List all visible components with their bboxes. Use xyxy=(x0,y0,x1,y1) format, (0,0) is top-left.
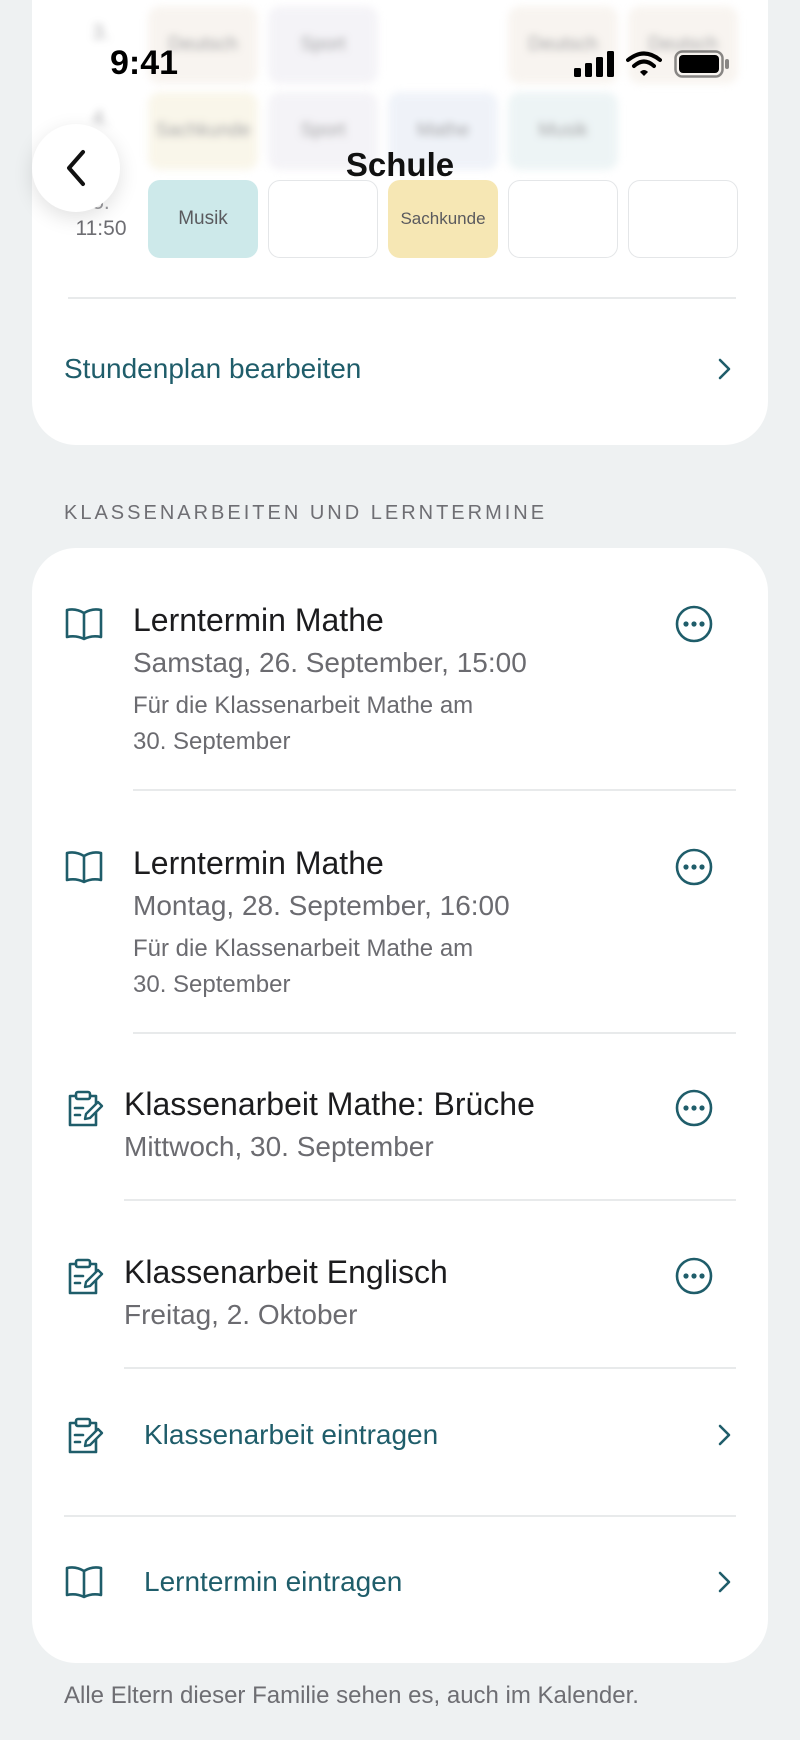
period-time: 11:50 xyxy=(75,217,127,240)
status-icons xyxy=(574,50,730,78)
event-title: Lerntermin Mathe xyxy=(133,845,384,881)
event-date: Samstag, 26. September, 15:00 xyxy=(133,647,527,678)
list-item-event[interactable]: Lerntermin Mathe Montag, 28. September, … xyxy=(32,791,768,1035)
footer-note: Alle Eltern dieser Familie sehen es, auc… xyxy=(64,1682,639,1709)
add-exam-label: Klassenarbeit eintragen xyxy=(144,1419,439,1450)
more-options-icon[interactable] xyxy=(674,1256,714,1296)
wifi-icon xyxy=(626,51,662,76)
status-bar: 9:41 xyxy=(0,0,800,120)
chevron-right-icon xyxy=(718,358,731,380)
event-note: Für die Klassenarbeit Mathe am 30. Septe… xyxy=(133,935,474,998)
event-note: Für die Klassenarbeit Mathe am 30. Septe… xyxy=(133,692,474,755)
battery-icon xyxy=(674,50,729,78)
chevron-right-icon xyxy=(718,1424,731,1446)
event-text: Lerntermin Mathe Samstag, 26. September,… xyxy=(133,600,573,760)
list-item-event[interactable]: Klassenarbeit Mathe: Brüche Mittwoch, 30… xyxy=(32,1034,768,1202)
add-study-session-label: Lerntermin eintragen xyxy=(144,1566,403,1597)
section-header: KLASSENARBEITEN UND LERNTERMINE xyxy=(64,502,548,524)
edit-timetable-link[interactable]: Stundenplan bearbeiten xyxy=(64,324,736,414)
event-date: Mittwoch, 30. September xyxy=(124,1131,434,1162)
event-text: Klassenarbeit Mathe: Brüche Mittwoch, 30… xyxy=(124,1084,535,1166)
add-exam-button[interactable]: Klassenarbeit eintragen xyxy=(32,1370,768,1500)
event-title: Klassenarbeit Mathe: Brüche xyxy=(124,1086,535,1122)
add-study-session-button[interactable]: Lerntermin eintragen xyxy=(32,1517,768,1647)
more-options-icon[interactable] xyxy=(674,604,714,644)
list-item-event[interactable]: Lerntermin Mathe Samstag, 26. September,… xyxy=(32,548,768,792)
event-text: Klassenarbeit Englisch Freitag, 2. Oktob… xyxy=(124,1252,448,1334)
clipboard-edit-icon xyxy=(68,1258,104,1295)
book-icon xyxy=(65,851,103,884)
event-date: Freitag, 2. Oktober xyxy=(124,1299,358,1330)
edit-timetable-label: Stundenplan bearbeiten xyxy=(64,353,362,384)
event-date: Montag, 28. September, 16:00 xyxy=(133,890,510,921)
cellular-signal-icon xyxy=(574,51,614,77)
lesson-cell-musik[interactable]: Musik xyxy=(148,180,258,258)
more-options-icon[interactable] xyxy=(674,847,714,887)
timetable-row-5: 5. 11:50 Musik Sachkunde xyxy=(32,180,768,258)
lesson-cell-sachkunde[interactable]: Sachkunde xyxy=(388,180,498,258)
clipboard-edit-icon xyxy=(68,1090,104,1127)
divider xyxy=(124,1367,736,1369)
book-icon xyxy=(65,608,103,641)
divider xyxy=(68,297,736,299)
list-item-event[interactable]: Klassenarbeit Englisch Freitag, 2. Oktob… xyxy=(32,1202,768,1370)
event-title: Lerntermin Mathe xyxy=(133,602,384,638)
divider xyxy=(124,1199,736,1201)
book-icon xyxy=(65,1566,103,1599)
event-title: Klassenarbeit Englisch xyxy=(124,1254,448,1290)
lesson-cell-empty[interactable] xyxy=(508,180,618,258)
events-card: Lerntermin Mathe Samstag, 26. September,… xyxy=(32,548,768,1663)
event-text: Lerntermin Mathe Montag, 28. September, … xyxy=(133,843,573,1003)
lesson-cell-empty[interactable] xyxy=(628,180,738,258)
more-options-icon[interactable] xyxy=(674,1088,714,1128)
clipboard-edit-icon xyxy=(68,1417,104,1454)
page-title: Schule xyxy=(345,146,455,183)
chevron-right-icon xyxy=(718,1571,731,1593)
status-time: 9:41 xyxy=(110,44,179,82)
lesson-cell-empty[interactable] xyxy=(268,180,378,258)
